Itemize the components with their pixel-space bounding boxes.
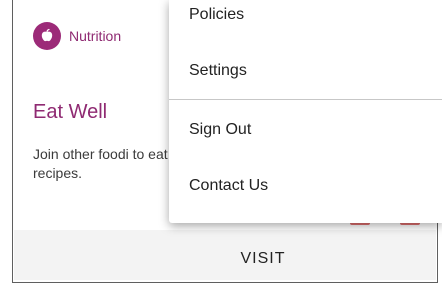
menu-item-policies[interactable]: Policies (189, 6, 244, 24)
menu-item-settings[interactable]: Settings (189, 62, 247, 80)
menu-item-contact-us[interactable]: Contact Us (189, 177, 268, 195)
menu-item-sign-out[interactable]: Sign Out (189, 121, 251, 139)
visit-button[interactable]: VISIT (219, 246, 307, 272)
category-label: Nutrition (69, 28, 122, 44)
card-title: Eat Well (33, 101, 108, 123)
card-header: Nutrition (33, 22, 121, 50)
dropdown-menu: Policies Settings Sign Out Contact Us (169, 0, 442, 223)
apple-icon (33, 22, 61, 50)
menu-divider (169, 99, 442, 100)
